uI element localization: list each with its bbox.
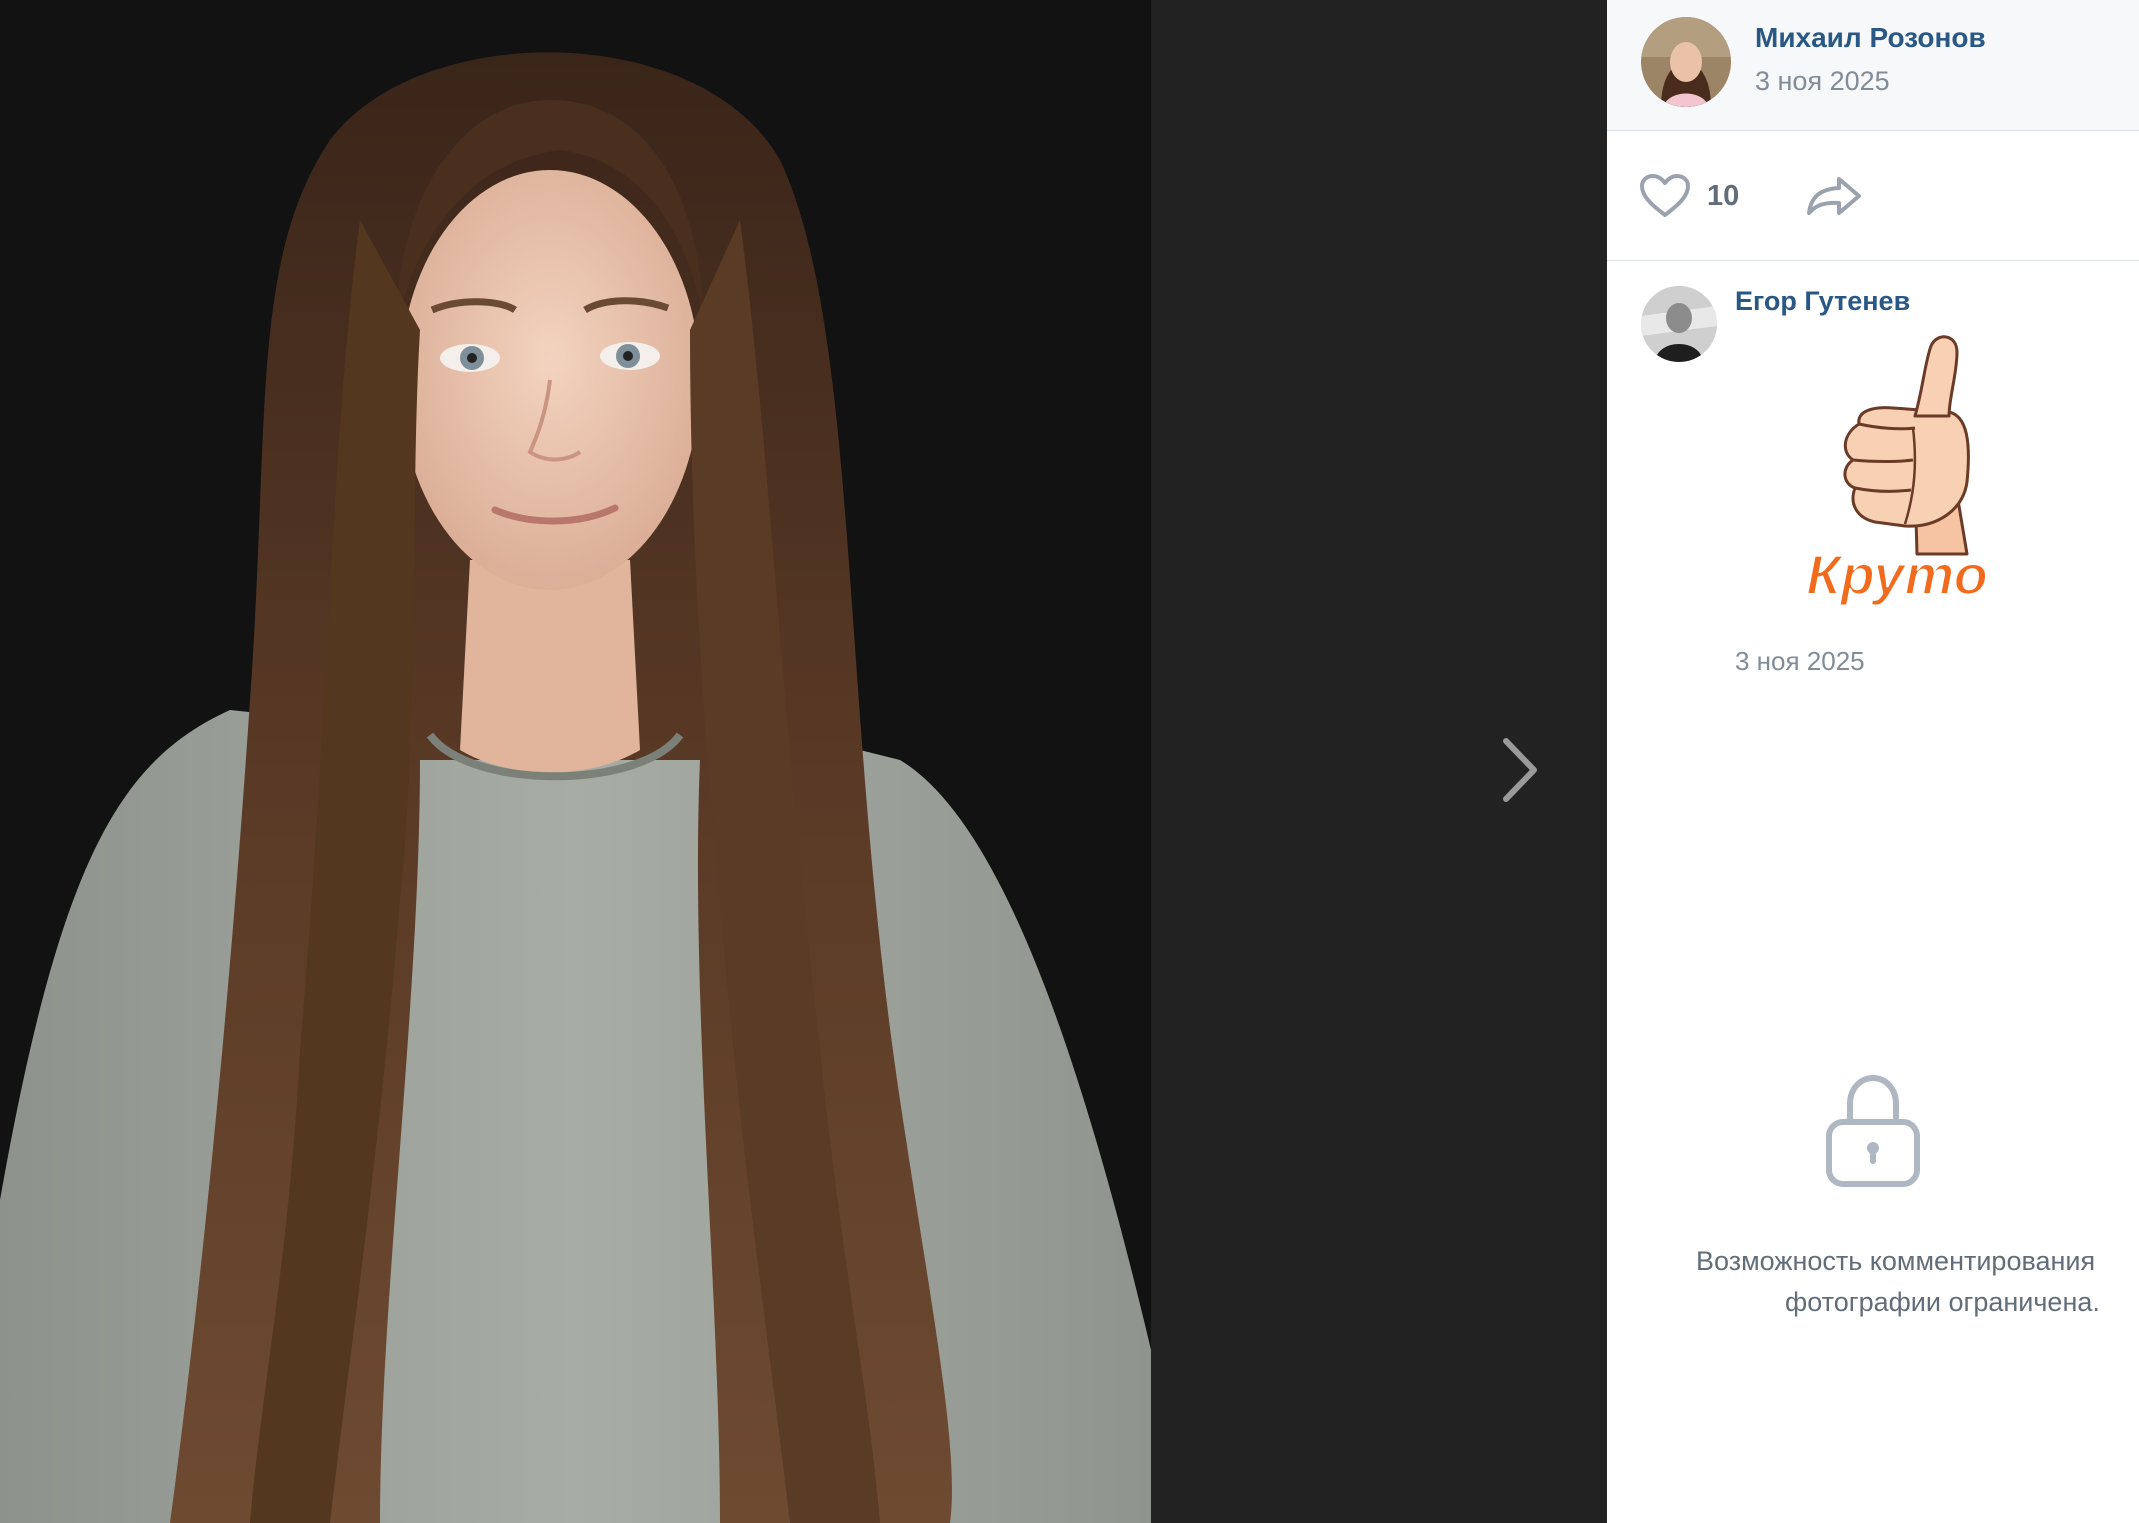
author-name[interactable]: Михаил Розонов [1755, 22, 1986, 54]
author-avatar[interactable] [1641, 17, 1731, 107]
photo[interactable] [0, 0, 1151, 1523]
comment-date: 3 ноя 2025 [1735, 646, 1865, 676]
locked-message-line2: фотографии ограничена. [1785, 1287, 2100, 1317]
commenter-name[interactable]: Егор Гутенев [1735, 286, 1910, 317]
thumbs-up-sticker-icon: Круто [1805, 335, 1989, 607]
post-date: 3 ноя 2025 [1755, 66, 1890, 96]
share-arrow-icon [1807, 177, 1861, 215]
photo-viewer [0, 0, 1607, 1523]
commenter-avatar[interactable] [1641, 286, 1717, 362]
like-count: 10 [1707, 179, 1740, 212]
sticker: Круто [1797, 332, 1997, 622]
locked-message-line1: Возможность комментирования [1696, 1246, 2096, 1276]
next-photo-button[interactable] [1480, 720, 1560, 820]
heart-icon [1640, 174, 1690, 217]
lock-icon [1826, 1074, 1920, 1187]
side-panel: Михаил Розонов 3 ноя 2025 10 Егор Гутене… [1607, 0, 2139, 1523]
action-bar: 10 [1607, 131, 2139, 261]
author-header: Михаил Розонов 3 ноя 2025 [1607, 0, 2139, 131]
share-button[interactable] [1803, 171, 1865, 221]
photo-image [0, 0, 1151, 1523]
like-button[interactable]: 10 [1639, 171, 1739, 221]
avatar-image [1641, 286, 1717, 362]
avatar-image [1641, 17, 1731, 107]
sticker-label: Круто [1806, 543, 1988, 606]
chevron-right-icon [1503, 738, 1537, 802]
comments-locked-notice: Возможность комментирования фотографии о… [1607, 1070, 2139, 1317]
